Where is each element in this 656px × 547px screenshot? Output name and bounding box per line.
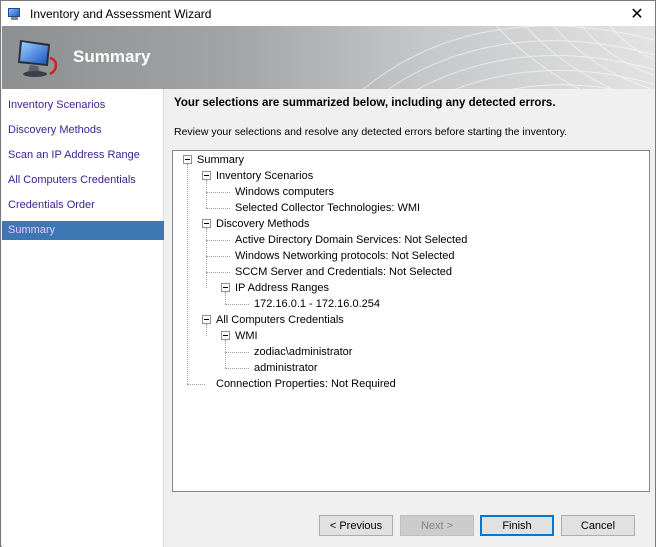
tree-connector [225, 368, 249, 369]
collapse-icon[interactable] [202, 171, 211, 180]
computer-monitor-icon [18, 40, 58, 77]
tree-connector [206, 324, 207, 336]
nav-item-credentials-order[interactable]: Credentials Order [2, 196, 164, 215]
nav-item-all-computers-credentials[interactable]: All Computers Credentials [2, 171, 164, 190]
tree-node-wmi[interactable]: WMI [235, 328, 258, 344]
tree-connector [187, 384, 205, 385]
collapse-icon[interactable] [221, 283, 230, 292]
tree-connector [225, 352, 249, 353]
tree-connector [206, 208, 230, 209]
next-button[interactable]: Next > [400, 515, 474, 536]
window-title: Inventory and Assessment Wizard [30, 6, 212, 21]
banner-decoration [363, 26, 655, 89]
summary-heading: Your selections are summarized below, in… [174, 97, 556, 109]
collapse-icon[interactable] [221, 331, 230, 340]
tree-node-windows-computers[interactable]: Windows computers [235, 184, 334, 200]
tree-node-ip-ranges[interactable]: IP Address Ranges [235, 280, 329, 296]
tree-node-inventory-scenarios[interactable]: Inventory Scenarios [216, 168, 313, 184]
tree-node-connection-properties[interactable]: Connection Properties: Not Required [216, 376, 396, 392]
tree-connector [206, 272, 230, 273]
tree-connector [187, 164, 188, 384]
close-icon[interactable]: ✕ [619, 1, 655, 26]
tree-connector [206, 240, 230, 241]
tree-node-collector-technologies[interactable]: Selected Collector Technologies: WMI [235, 200, 420, 216]
nav-item-inventory-scenarios[interactable]: Inventory Scenarios [2, 96, 164, 115]
nav-item-discovery-methods[interactable]: Discovery Methods [2, 121, 164, 140]
app-icon [7, 6, 23, 22]
previous-button[interactable]: < Previous [319, 515, 393, 536]
collapse-icon[interactable] [202, 219, 211, 228]
tree-node-credential-admin[interactable]: administrator [254, 360, 318, 376]
tree-connector [225, 340, 226, 368]
tree-connector [206, 180, 207, 208]
tree-connector [206, 256, 230, 257]
tree-connector [225, 292, 226, 304]
tree-node-ad-services[interactable]: Active Directory Domain Services: Not Se… [235, 232, 467, 248]
tree-node-sccm[interactable]: SCCM Server and Credentials: Not Selecte… [235, 264, 452, 280]
header-banner: Summary [2, 26, 655, 89]
wizard-window: Inventory and Assessment Wizard ✕ Summar… [0, 0, 656, 547]
tree-node-ip-range-item[interactable]: 172.16.0.1 - 172.16.0.254 [254, 296, 380, 312]
nav-item-summary[interactable]: Summary [2, 221, 164, 240]
tree-node-summary[interactable]: Summary [197, 152, 244, 168]
title-bar[interactable]: Inventory and Assessment Wizard ✕ [1, 1, 655, 26]
finish-button[interactable]: Finish [480, 515, 554, 536]
wizard-nav: Inventory Scenarios Discovery Methods Sc… [2, 89, 164, 547]
collapse-icon[interactable] [183, 155, 192, 164]
tree-node-windows-networking[interactable]: Windows Networking protocols: Not Select… [235, 248, 454, 264]
tree-connector [225, 304, 249, 305]
tree-connector [206, 228, 207, 288]
tree-connector [206, 192, 230, 193]
cancel-button[interactable]: Cancel [561, 515, 635, 536]
page-title: Summary [73, 47, 151, 66]
summary-tree[interactable]: Summary Inventory Scenarios Windows comp… [172, 150, 650, 492]
main-content: Your selections are summarized below, in… [164, 89, 655, 547]
nav-item-scan-ip-range[interactable]: Scan an IP Address Range [2, 146, 164, 165]
tree-node-credential-domain-admin[interactable]: zodiac\administrator [254, 344, 352, 360]
summary-instructions: Review your selections and resolve any d… [174, 126, 568, 138]
tree-node-discovery-methods[interactable]: Discovery Methods [216, 216, 310, 232]
tree-node-all-credentials[interactable]: All Computers Credentials [216, 312, 344, 328]
collapse-icon[interactable] [202, 315, 211, 324]
